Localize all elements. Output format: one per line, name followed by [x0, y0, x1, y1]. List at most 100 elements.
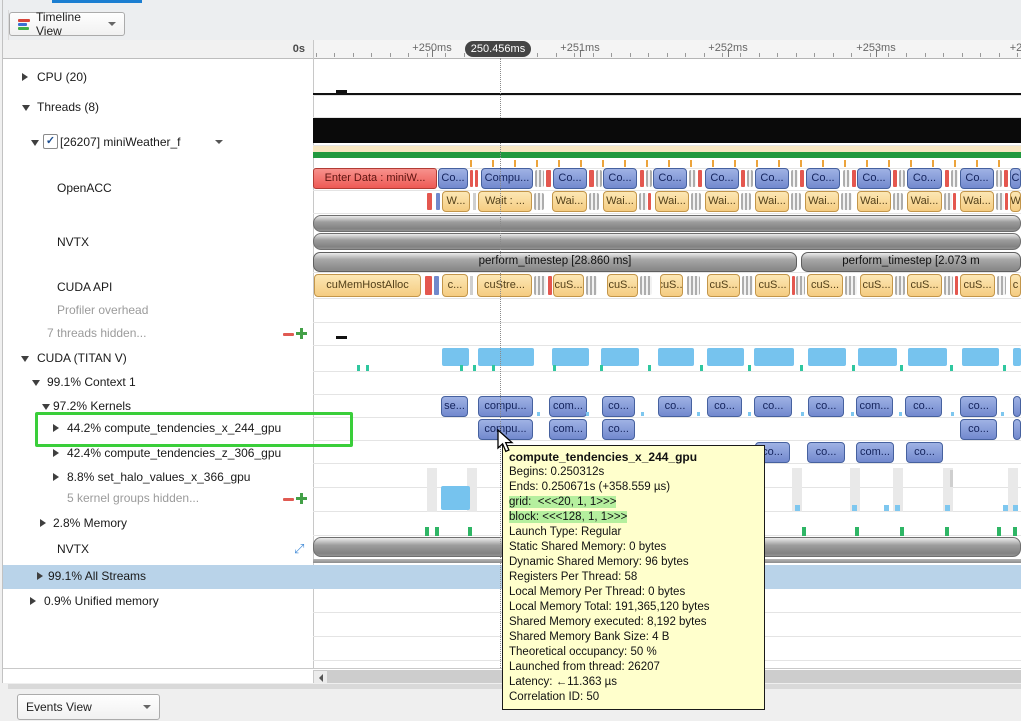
add-filter-icon[interactable]: [296, 328, 307, 339]
sidebar-item-label: 2.8% Memory: [53, 516, 127, 530]
sidebar-item-label: CUDA API: [57, 280, 112, 294]
ruler-minor-tick: [611, 53, 612, 57]
ruler-minor-tick: [353, 53, 354, 57]
remove-filter-icon[interactable]: [283, 498, 294, 501]
sidebar-item-label: 99.1% Context 1: [47, 375, 136, 389]
ruler-minor-tick: [390, 53, 391, 57]
ruler-minor-tick: [334, 53, 335, 57]
thread-options-caret[interactable]: [215, 140, 223, 144]
ruler-minor-tick: [777, 53, 778, 57]
ruler-minor-tick: [962, 53, 963, 57]
expand-arrow-icon[interactable]: [53, 449, 59, 457]
sidebar-item-7-threads-hidden[interactable]: 7 threads hidden...: [0, 322, 311, 344]
tooltip-line: Shared Memory Bank Size: 4 B: [509, 630, 757, 645]
sidebar-item-label: 42.4% compute_tendencies_z_306_gpu: [67, 446, 281, 460]
collapse-arrow-icon[interactable]: [31, 140, 39, 146]
sidebar-item-label: OpenACC: [57, 181, 112, 195]
ruler-minor-tick: [556, 53, 557, 57]
ruler-minor-tick: [980, 53, 981, 57]
ruler-tick-label: +253ms: [856, 42, 895, 54]
ruler-minor-tick: [537, 53, 538, 57]
tooltip-line: Begins: 0.250312s: [509, 465, 757, 480]
sidebar-item-profiler-overhead[interactable]: Profiler overhead: [0, 299, 311, 321]
sidebar-item-label: 97.2% Kernels: [53, 399, 131, 413]
ruler-minor-tick: [814, 53, 815, 57]
ruler-minor-tick: [371, 53, 372, 57]
ruler-minor-tick: [408, 53, 409, 57]
sidebar-item-0-9-unified-memory[interactable]: 0.9% Unified memory: [0, 590, 311, 612]
ruler-tick-label: +250ms: [412, 42, 451, 54]
expand-row-icon[interactable]: ⤢: [294, 541, 304, 557]
ruler-minor-tick: [999, 53, 1000, 57]
sidebar-item-label: 99.1% All Streams: [48, 569, 146, 583]
sidebar-item-label: 7 threads hidden...: [47, 326, 146, 340]
collapse-arrow-icon[interactable]: [22, 105, 30, 111]
sidebar-item-label: NVTX: [57, 542, 89, 556]
kernel-tooltip: compute_tendencies_x_244_gpu Begins: 0.2…: [502, 445, 765, 710]
remove-filter-icon[interactable]: [283, 333, 294, 336]
collapse-arrow-icon[interactable]: [32, 380, 40, 386]
ruler-minor-tick: [943, 53, 944, 57]
sidebar-item-cpu-20[interactable]: CPU (20): [0, 66, 311, 88]
sidebar-item-26207-miniweather-f[interactable]: ✓[26207] miniWeather_f: [0, 131, 311, 153]
expand-arrow-icon[interactable]: [30, 597, 36, 605]
tooltip-line: Correlation ID: 50: [509, 690, 757, 705]
expand-arrow-icon[interactable]: [37, 572, 43, 580]
tooltip-line: Dynamic Shared Memory: 96 bytes: [509, 555, 757, 570]
ruler-minor-tick: [316, 53, 317, 57]
ruler-minor-tick: [833, 53, 834, 57]
ruler-minor-tick: [667, 53, 668, 57]
ruler-tick-label: +252ms: [708, 42, 747, 54]
chevron-down-icon: [143, 705, 151, 709]
sidebar-item-cuda-titan-v[interactable]: CUDA (TITAN V): [0, 347, 311, 369]
sidebar-item-5-kernel-groups-hidden[interactable]: 5 kernel groups hidden...: [0, 487, 311, 509]
tooltip-body: Begins: 0.250312sEnds: 0.250671s (+358.5…: [509, 465, 757, 705]
tooltip-line: Registers Per Thread: 58: [509, 570, 757, 585]
sidebar-item-label: CUDA (TITAN V): [37, 351, 127, 365]
sidebar-item-label: Threads (8): [37, 100, 99, 114]
tooltip-line: grid: <<<20, 1, 1>>>: [509, 495, 757, 510]
sidebar-item-nvtx[interactable]: NVTX: [0, 231, 311, 253]
ruler-minor-tick: [796, 53, 797, 57]
sidebar-item-2-8-memory[interactable]: 2.8% Memory: [0, 512, 311, 534]
sidebar-item-8-8-set-halo-values-x-366-gpu[interactable]: 8.8% set_halo_values_x_366_gpu: [0, 466, 311, 488]
tooltip-line: Launch Type: Regular: [509, 525, 757, 540]
tooltip-line: Static Shared Memory: 0 bytes: [509, 540, 757, 555]
add-filter-icon[interactable]: [296, 493, 307, 504]
ruler-minor-tick: [759, 53, 760, 57]
expand-arrow-icon[interactable]: [40, 519, 46, 527]
tooltip-line: Shared Memory executed: 8,192 bytes: [509, 615, 757, 630]
sidebar-item-label: NVTX: [57, 235, 89, 249]
timeline-row-tree: CPU (20) Threads (8) ✓[26207] miniWeather_…: [0, 0, 313, 721]
selected-row-highlight-box: [35, 412, 353, 447]
sidebar-item-openacc[interactable]: OpenACC: [0, 177, 311, 199]
ruler-minor-tick: [630, 53, 631, 57]
expand-arrow-icon[interactable]: [53, 473, 59, 481]
expand-arrow-icon[interactable]: [22, 73, 28, 81]
sidebar-item-99-1-all-streams[interactable]: 99.1% All Streams: [0, 565, 311, 587]
ruler-minor-tick: [648, 53, 649, 57]
tooltip-line: Ends: 0.250671s (+358.559 µs): [509, 480, 757, 495]
ruler-minor-tick: [464, 53, 465, 57]
ruler-minor-tick: [704, 53, 705, 57]
timeline-ruler[interactable]: +250ms +251ms +252ms +253ms +2: [313, 40, 1021, 59]
sidebar-item-label: [26207] miniWeather_f: [60, 135, 181, 149]
ruler-tick-label: +2: [1010, 42, 1021, 54]
tooltip-line: Launched from thread: 26207: [509, 660, 757, 675]
tooltip-line: Latency: ←11.363 µs: [509, 675, 757, 690]
tooltip-line: Local Memory Per Thread: 0 bytes: [509, 585, 757, 600]
tooltip-line: block: <<<128, 1, 1>>>: [509, 510, 757, 525]
cursor-time-badge: 250.456ms: [465, 41, 531, 57]
ruler-minor-tick: [906, 53, 907, 57]
collapse-arrow-icon[interactable]: [42, 404, 50, 410]
sidebar-item-label: CPU (20): [37, 70, 87, 84]
sidebar-item-99-1-context-1[interactable]: 99.1% Context 1: [0, 371, 311, 393]
sidebar-timeline-separator: [313, 40, 314, 683]
sidebar-item-threads-8[interactable]: Threads (8): [0, 96, 311, 118]
events-view-dropdown[interactable]: Events View: [17, 694, 160, 720]
thread-checkbox[interactable]: ✓: [43, 134, 58, 149]
sidebar-item-nvtx[interactable]: NVTX ⤢: [0, 538, 311, 560]
ruler-tick-label: +251ms: [560, 42, 599, 54]
sidebar-item-cuda-api[interactable]: CUDA API: [0, 276, 311, 298]
collapse-arrow-icon[interactable]: [21, 356, 29, 362]
